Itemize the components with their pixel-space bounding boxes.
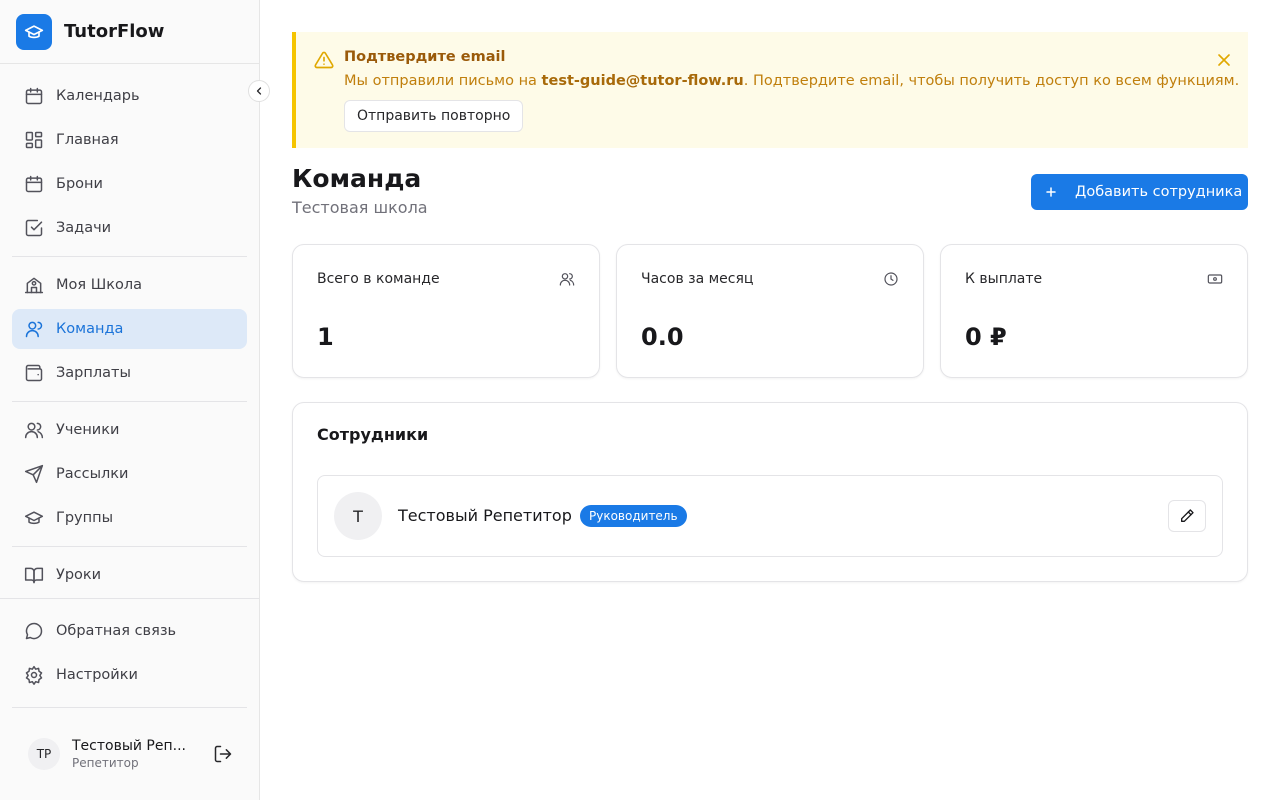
- sidebar-item-bookings[interactable]: Брони: [12, 164, 247, 204]
- sidebar-item-label: Обратная связь: [56, 623, 177, 639]
- stat-value: 0.0: [641, 323, 684, 351]
- sidebar: TutorFlow Календарь Главная Брони Задачи…: [0, 0, 260, 800]
- users-icon: [24, 420, 44, 440]
- sidebar-item-label: Зарплаты: [56, 365, 131, 381]
- sidebar-item-students[interactable]: Ученики: [12, 410, 247, 450]
- sidebar-item-tasks[interactable]: Задачи: [12, 208, 247, 248]
- brand-name: TutorFlow: [64, 21, 165, 42]
- stat-label: К выплате: [965, 271, 1043, 287]
- edit-button[interactable]: [1168, 500, 1206, 532]
- send-icon: [24, 464, 44, 484]
- nav-divider: [12, 401, 247, 402]
- sidebar-item-label: Рассылки: [56, 466, 129, 482]
- resend-button[interactable]: Отправить повторно: [344, 100, 524, 132]
- page-title: Команда: [292, 164, 422, 193]
- sidebar-item-label: Команда: [56, 321, 124, 337]
- alert-title: Подтвердите email: [344, 49, 506, 65]
- sidebar-item-groups[interactable]: Группы: [12, 498, 247, 538]
- sidebar-item-label: Настройки: [56, 667, 138, 683]
- stat-label: Часов за месяц: [641, 271, 754, 287]
- nav-divider: [12, 546, 247, 547]
- sidebar-item-label: Календарь: [56, 88, 140, 104]
- add-employee-label: Добавить сотрудника: [1075, 184, 1243, 200]
- user-icon: [24, 319, 44, 339]
- dashboard-icon: [24, 130, 44, 150]
- staff-title: Сотрудники: [317, 425, 429, 444]
- wallet-icon: [24, 363, 44, 383]
- calendar-icon: [24, 174, 44, 194]
- alert-text: Мы отправили письмо на test-guide@tutor-…: [344, 73, 1240, 89]
- user-name: Тестовый Реп...: [72, 738, 186, 754]
- stat-value: 1: [317, 323, 334, 351]
- warning-icon: [314, 50, 334, 74]
- sidebar-item-label: Моя Школа: [56, 277, 143, 293]
- banknote-icon: [1207, 271, 1223, 287]
- sidebar-item-label: Брони: [56, 176, 103, 192]
- stat-card-team-total: Всего в команде 1: [292, 244, 600, 378]
- user-role: Репетитор: [72, 756, 139, 770]
- graduation-cap-icon: [24, 508, 44, 528]
- school-icon: [24, 275, 44, 295]
- gear-icon: [24, 665, 44, 685]
- sidebar-item-label: Задачи: [56, 220, 112, 236]
- staff-name: Тестовый Репетитор: [398, 506, 572, 525]
- user-meta: Тестовый Реп... Репетитор: [72, 738, 202, 770]
- sidebar-item-salaries[interactable]: Зарплаты: [12, 353, 247, 393]
- nav-divider: [12, 707, 247, 708]
- plus-icon: [1045, 182, 1057, 203]
- sidebar-item-my-school[interactable]: Моя Школа: [12, 265, 247, 305]
- avatar: ТР: [28, 738, 60, 770]
- graduation-cap-icon: [16, 13, 52, 50]
- stat-label: Всего в команде: [317, 271, 440, 287]
- alert-email: test-guide@tutor-flow.ru: [541, 73, 744, 89]
- collapse-sidebar-button[interactable]: [248, 80, 270, 102]
- sidebar-item-feedback[interactable]: Обратная связь: [12, 611, 247, 651]
- brand[interactable]: TutorFlow: [0, 0, 259, 64]
- sidebar-item-home[interactable]: Главная: [12, 120, 247, 160]
- stat-card-payout: К выплате 0 ₽: [940, 244, 1248, 378]
- sidebar-item-label: Уроки: [56, 567, 102, 583]
- sidebar-item-label: Ученики: [56, 422, 120, 438]
- logout-icon[interactable]: [213, 744, 233, 764]
- nav-divider: [0, 598, 259, 599]
- users-icon: [559, 271, 575, 287]
- book-icon: [24, 565, 44, 585]
- clock-icon: [883, 271, 899, 287]
- calendar-icon: [24, 86, 44, 106]
- staff-card: Сотрудники Т Тестовый Репетитор Руководи…: [292, 402, 1248, 582]
- sidebar-item-calendar[interactable]: Календарь: [12, 76, 247, 116]
- sidebar-item-label: Главная: [56, 132, 119, 148]
- message-icon: [24, 621, 44, 641]
- pencil-icon: [1181, 509, 1194, 522]
- close-icon[interactable]: [1214, 50, 1234, 70]
- stat-card-hours: Часов за месяц 0.0: [616, 244, 924, 378]
- page-subtitle: Тестовая школа: [292, 198, 428, 217]
- nav-divider: [12, 256, 247, 257]
- chevron-left-icon: [256, 87, 262, 95]
- checkbox-icon: [24, 218, 44, 238]
- list-item[interactable]: Т Тестовый Репетитор Руководитель: [317, 475, 1223, 557]
- sidebar-item-lessons[interactable]: Уроки: [12, 555, 247, 595]
- sidebar-item-mailings[interactable]: Рассылки: [12, 454, 247, 494]
- avatar: Т: [334, 492, 382, 540]
- sidebar-item-label: Группы: [56, 510, 114, 526]
- add-employee-button[interactable]: Добавить сотрудника: [1031, 174, 1248, 210]
- stat-value: 0 ₽: [965, 323, 1007, 351]
- email-verification-alert: Подтвердите email Мы отправили письмо на…: [292, 32, 1248, 148]
- user-profile[interactable]: ТР Тестовый Реп... Репетитор: [12, 722, 247, 786]
- sidebar-item-team[interactable]: Команда: [12, 309, 247, 349]
- role-badge: Руководитель: [580, 505, 687, 527]
- sidebar-item-settings[interactable]: Настройки: [12, 655, 247, 695]
